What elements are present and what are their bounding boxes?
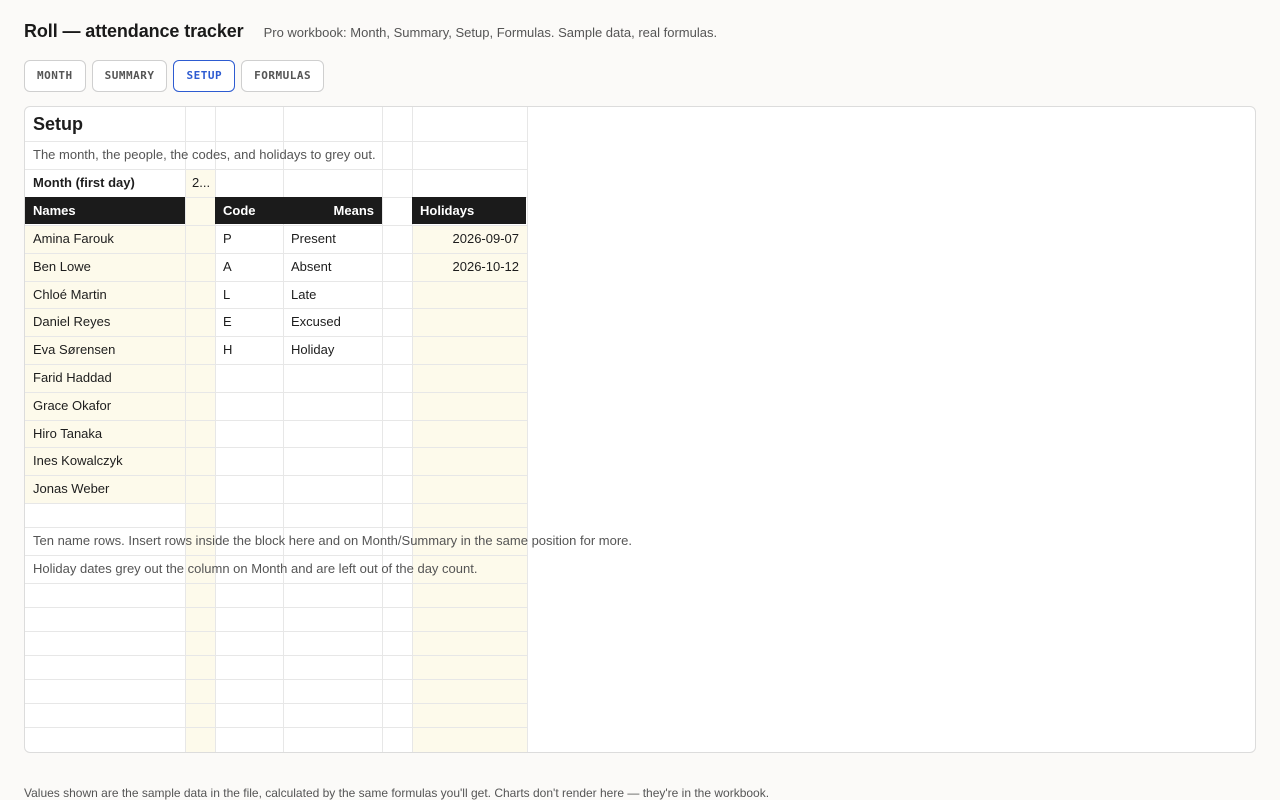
- name-cell[interactable]: Amina Farouk: [25, 225, 185, 253]
- grid-row-line: [25, 583, 527, 584]
- holidays-header: Holidays: [412, 197, 526, 224]
- means-header: Means: [283, 197, 382, 224]
- footer-note: Values shown are the sample data in the …: [24, 786, 770, 800]
- name-cell[interactable]: Grace Okafor: [25, 392, 185, 420]
- tab-summary[interactable]: SUMMARY: [91, 60, 168, 92]
- name-cell[interactable]: Eva Sørensen: [25, 336, 185, 364]
- grid-column-line: [185, 107, 186, 752]
- grid-row-line: [25, 607, 527, 608]
- code-cell[interactable]: L: [215, 281, 283, 308]
- tab-formulas[interactable]: FORMULAS: [241, 60, 325, 92]
- grid-row-line: [25, 679, 527, 680]
- holiday-date-cell[interactable]: 2026-09-07: [412, 225, 527, 252]
- code-means-cell[interactable]: Late: [283, 281, 382, 308]
- app-title: Roll — attendance tracker: [24, 21, 244, 41]
- name-cell[interactable]: Ines Kowalczyk: [25, 447, 185, 475]
- grid-row-line: [25, 631, 527, 632]
- name-cell[interactable]: Chloé Martin: [25, 281, 185, 308]
- tab-setup[interactable]: SETUP: [173, 60, 236, 92]
- name-cell[interactable]: Farid Haddad: [25, 364, 185, 392]
- app-header: Roll — attendance tracker Pro workbook: …: [24, 21, 717, 42]
- app-subtitle: Pro workbook: Month, Summary, Setup, For…: [263, 25, 718, 40]
- grid-row-line: [25, 727, 527, 728]
- grid-column-line: [527, 107, 528, 752]
- name-cell[interactable]: Daniel Reyes: [25, 308, 185, 336]
- code-means-cell[interactable]: Absent: [283, 253, 382, 280]
- grid-row-line: [25, 655, 527, 656]
- name-cell[interactable]: Jonas Weber: [25, 475, 185, 503]
- code-means-cell[interactable]: Holiday: [283, 336, 382, 363]
- code-cell[interactable]: A: [215, 253, 283, 280]
- holiday-date-cell[interactable]: 2026-10-12: [412, 253, 527, 280]
- tab-month[interactable]: MONTH: [24, 60, 86, 92]
- sheet-title: Setup: [33, 114, 84, 134]
- grid-row-line: [25, 703, 527, 704]
- grid-row-line: [25, 503, 527, 504]
- code-header: Code: [215, 197, 283, 224]
- sheet-description: The month, the people, the codes, and ho…: [33, 147, 376, 162]
- holidays-input-fill: [412, 225, 527, 752]
- code-cell[interactable]: H: [215, 336, 283, 363]
- grid-column-line: [382, 107, 383, 752]
- name-cell[interactable]: Hiro Tanaka: [25, 420, 185, 447]
- code-cell[interactable]: E: [215, 308, 283, 335]
- month-first-day-input[interactable]: 2...: [185, 169, 215, 197]
- setup-note: Holiday dates grey out the column on Mon…: [33, 561, 478, 576]
- name-cell[interactable]: Ben Lowe: [25, 253, 185, 281]
- code-means-cell[interactable]: Excused: [283, 308, 382, 335]
- setup-note: Ten name rows. Insert rows inside the bl…: [33, 533, 633, 548]
- names-header: Names: [25, 197, 185, 224]
- setup-sheet: Setup The month, the people, the codes, a…: [24, 106, 1256, 753]
- code-means-cell[interactable]: Present: [283, 225, 382, 252]
- month-label: Month (first day): [33, 175, 135, 190]
- code-cell[interactable]: P: [215, 225, 283, 252]
- sheet-tabs: MONTH SUMMARY SETUP FORMULAS: [24, 60, 330, 92]
